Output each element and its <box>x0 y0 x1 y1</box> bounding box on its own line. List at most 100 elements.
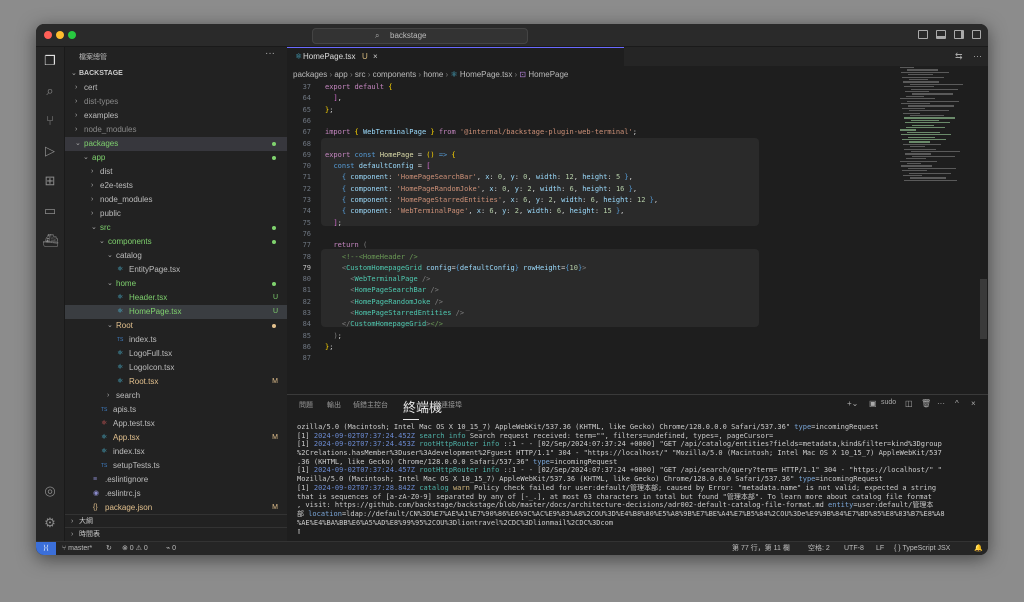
code-line[interactable]: { component: 'HomePageStarredEntities', … <box>325 195 658 206</box>
tree-item[interactable]: ⚛ App.tsx M <box>65 431 287 445</box>
run-debug-icon[interactable]: ▷ <box>42 143 58 159</box>
tree-item[interactable]: ⌄ catalog <box>65 249 287 263</box>
tree-item[interactable]: ⚛ Header.tsx U <box>65 291 287 305</box>
panel-tab[interactable]: 問題 <box>299 400 313 410</box>
tree-item[interactable]: › node_modules <box>65 123 287 137</box>
editor-more-actions-icon[interactable]: ··· <box>973 51 982 61</box>
code-line[interactable]: { component: 'WebTerminalPage', x: 6, y:… <box>325 206 625 217</box>
tree-item[interactable]: › cert <box>65 81 287 95</box>
panel-tab[interactable]: 連接埠 <box>441 400 462 410</box>
customize-layout-icon[interactable] <box>972 30 981 39</box>
workspace-root[interactable]: ⌄ BACKSTAGE <box>65 67 287 81</box>
encoding[interactable]: UTF-8 <box>844 542 864 555</box>
code-view[interactable]: 37 export default {64 ], 65}; 66 67 import { … <box>287 82 987 394</box>
tree-item[interactable]: ⚛ index.tsx <box>65 445 287 459</box>
code-line[interactable]: <HomePageRandomJoke /> <box>325 297 443 308</box>
outline-section[interactable]: › 大綱 <box>65 514 287 528</box>
close-window-button[interactable] <box>44 31 52 39</box>
timeline-section[interactable]: › 時間表 <box>65 527 287 541</box>
maximize-panel-icon[interactable]: ^ <box>955 399 959 408</box>
tree-item[interactable]: ◉ .eslintrc.js <box>65 487 287 501</box>
split-terminal-icon[interactable]: ◫ <box>905 399 913 408</box>
terminal-output[interactable]: ozilla/5.0 (Macintosh; Intel Mac OS X 10… <box>297 423 982 536</box>
tree-item[interactable]: ⌄ home <box>65 277 287 291</box>
tree-item[interactable]: › dist-types <box>65 95 287 109</box>
code-line[interactable]: { component: 'HomePageRandomJoke', x: 0,… <box>325 184 637 195</box>
tab-homepage-tsx[interactable]: ⚛ HomePage.tsx U × <box>287 47 624 66</box>
tree-item[interactable]: ⌄ packages <box>65 137 287 151</box>
panel-tab[interactable]: 偵錯主控台 <box>353 400 388 410</box>
tree-item[interactable]: ⚛ EntityPage.tsx <box>65 263 287 277</box>
cursor-position[interactable]: 第 77 行，第 11 欄 <box>732 542 790 555</box>
notifications-bell-icon[interactable]: 🔔 <box>974 542 983 555</box>
account-icon[interactable]: ◎ <box>42 483 58 499</box>
problems-counter[interactable]: ⊗ 0 ⚠ 0 <box>122 542 148 555</box>
sync-icon[interactable]: ↻ <box>106 542 112 555</box>
ports-counter[interactable]: ⌁ 0 <box>166 542 176 555</box>
source-control-icon[interactable]: ⑂ <box>42 113 58 129</box>
docker-icon[interactable]: ⛴ <box>42 233 59 249</box>
git-branch[interactable]: ⑂ master* <box>62 542 92 555</box>
tree-item[interactable]: TS setupTests.ts <box>65 459 287 473</box>
minimap[interactable] <box>900 67 970 187</box>
code-line[interactable]: return ( <box>325 240 367 251</box>
end-of-line[interactable]: LF <box>876 542 884 555</box>
code-line[interactable]: export const HomePage = () => { <box>325 150 456 161</box>
terminal-name[interactable]: sudo <box>881 399 896 406</box>
zoom-window-button[interactable] <box>68 31 76 39</box>
tree-item[interactable]: ⚛ LogoFull.tsx <box>65 347 287 361</box>
code-line[interactable]: <WebTerminalPage /> <box>325 274 430 285</box>
toggle-primary-sidebar-icon[interactable] <box>918 30 928 39</box>
settings-gear-icon[interactable]: ⚙ <box>42 515 58 531</box>
toggle-secondary-sidebar-icon[interactable] <box>954 30 964 39</box>
code-line[interactable]: }; <box>325 105 333 116</box>
toggle-panel-icon[interactable] <box>936 30 946 39</box>
remote-indicator-icon[interactable]: ⟩⟨ <box>36 542 56 555</box>
code-line[interactable]: </CustomHomepageGrid></> <box>325 319 443 330</box>
tree-item[interactable]: ≡ .eslintignore <box>65 473 287 487</box>
tree-item[interactable]: ⌄ app <box>65 151 287 165</box>
code-line[interactable]: }; <box>325 342 333 353</box>
breadcrumb-item[interactable]: components <box>373 70 417 79</box>
code-line[interactable]: <!--<HomeHeader /> <box>325 252 418 263</box>
tree-item[interactable]: › search <box>65 389 287 403</box>
code-line[interactable]: ]; <box>325 218 341 229</box>
tree-item[interactable]: {} package.json M <box>65 501 287 515</box>
tree-item[interactable]: › public <box>65 207 287 221</box>
breadcrumb-item[interactable]: HomePage <box>528 70 568 79</box>
tree-item[interactable]: › node_modules <box>65 193 287 207</box>
breadcrumb-item[interactable]: HomePage.tsx <box>460 70 512 79</box>
minimize-window-button[interactable] <box>56 31 64 39</box>
breadcrumb-item[interactable]: app <box>334 70 347 79</box>
tree-item[interactable]: ⌄ src <box>65 221 287 235</box>
code-line[interactable]: const defaultConfig = [ <box>325 161 430 172</box>
new-terminal-icon[interactable]: +⌄ <box>847 399 858 408</box>
code-line[interactable]: <CustomHomepageGrid config={defaultConfi… <box>325 263 587 274</box>
extensions-icon[interactable]: ⊞ <box>42 173 58 189</box>
close-panel-icon[interactable]: × <box>971 399 976 408</box>
indentation[interactable]: 空格: 2 <box>808 542 830 555</box>
tree-item[interactable]: › e2e-tests <box>65 179 287 193</box>
panel-tab[interactable]: 終端機 <box>403 400 442 420</box>
command-center-search[interactable]: ⌕ backstage <box>312 28 528 44</box>
code-line[interactable]: ], <box>325 93 341 104</box>
breadcrumb-item[interactable]: packages <box>293 70 327 79</box>
tree-item[interactable]: ⚛ HomePage.tsx U <box>65 305 287 319</box>
trash-icon[interactable]: 🗑 <box>921 399 931 408</box>
breadcrumb-item[interactable]: home <box>423 70 443 79</box>
tree-item[interactable]: ⚛ Root.tsx M <box>65 375 287 389</box>
code-line[interactable]: { component: 'HomePageSearchBar', x: 0, … <box>325 172 633 183</box>
tree-item[interactable]: ⚛ App.test.tsx <box>65 417 287 431</box>
remote-explorer-icon[interactable]: ▭ <box>42 203 58 219</box>
tree-item[interactable]: › dist <box>65 165 287 179</box>
close-tab-icon[interactable]: × <box>373 48 378 66</box>
tree-item[interactable]: TS index.ts <box>65 333 287 347</box>
code-line[interactable]: import { WebTerminalPage } from '@intern… <box>325 127 637 138</box>
breadcrumb-item[interactable]: src <box>355 70 366 79</box>
tree-item[interactable]: TS apis.ts <box>65 403 287 417</box>
code-line[interactable]: <HomePageSearchBar /> <box>325 285 439 296</box>
code-line[interactable]: export default { <box>325 82 392 93</box>
tree-item[interactable]: ⚛ LogoIcon.tsx <box>65 361 287 375</box>
more-actions-icon[interactable]: ··· <box>265 48 275 59</box>
language-mode[interactable]: { } TypeScript JSX <box>894 542 950 555</box>
